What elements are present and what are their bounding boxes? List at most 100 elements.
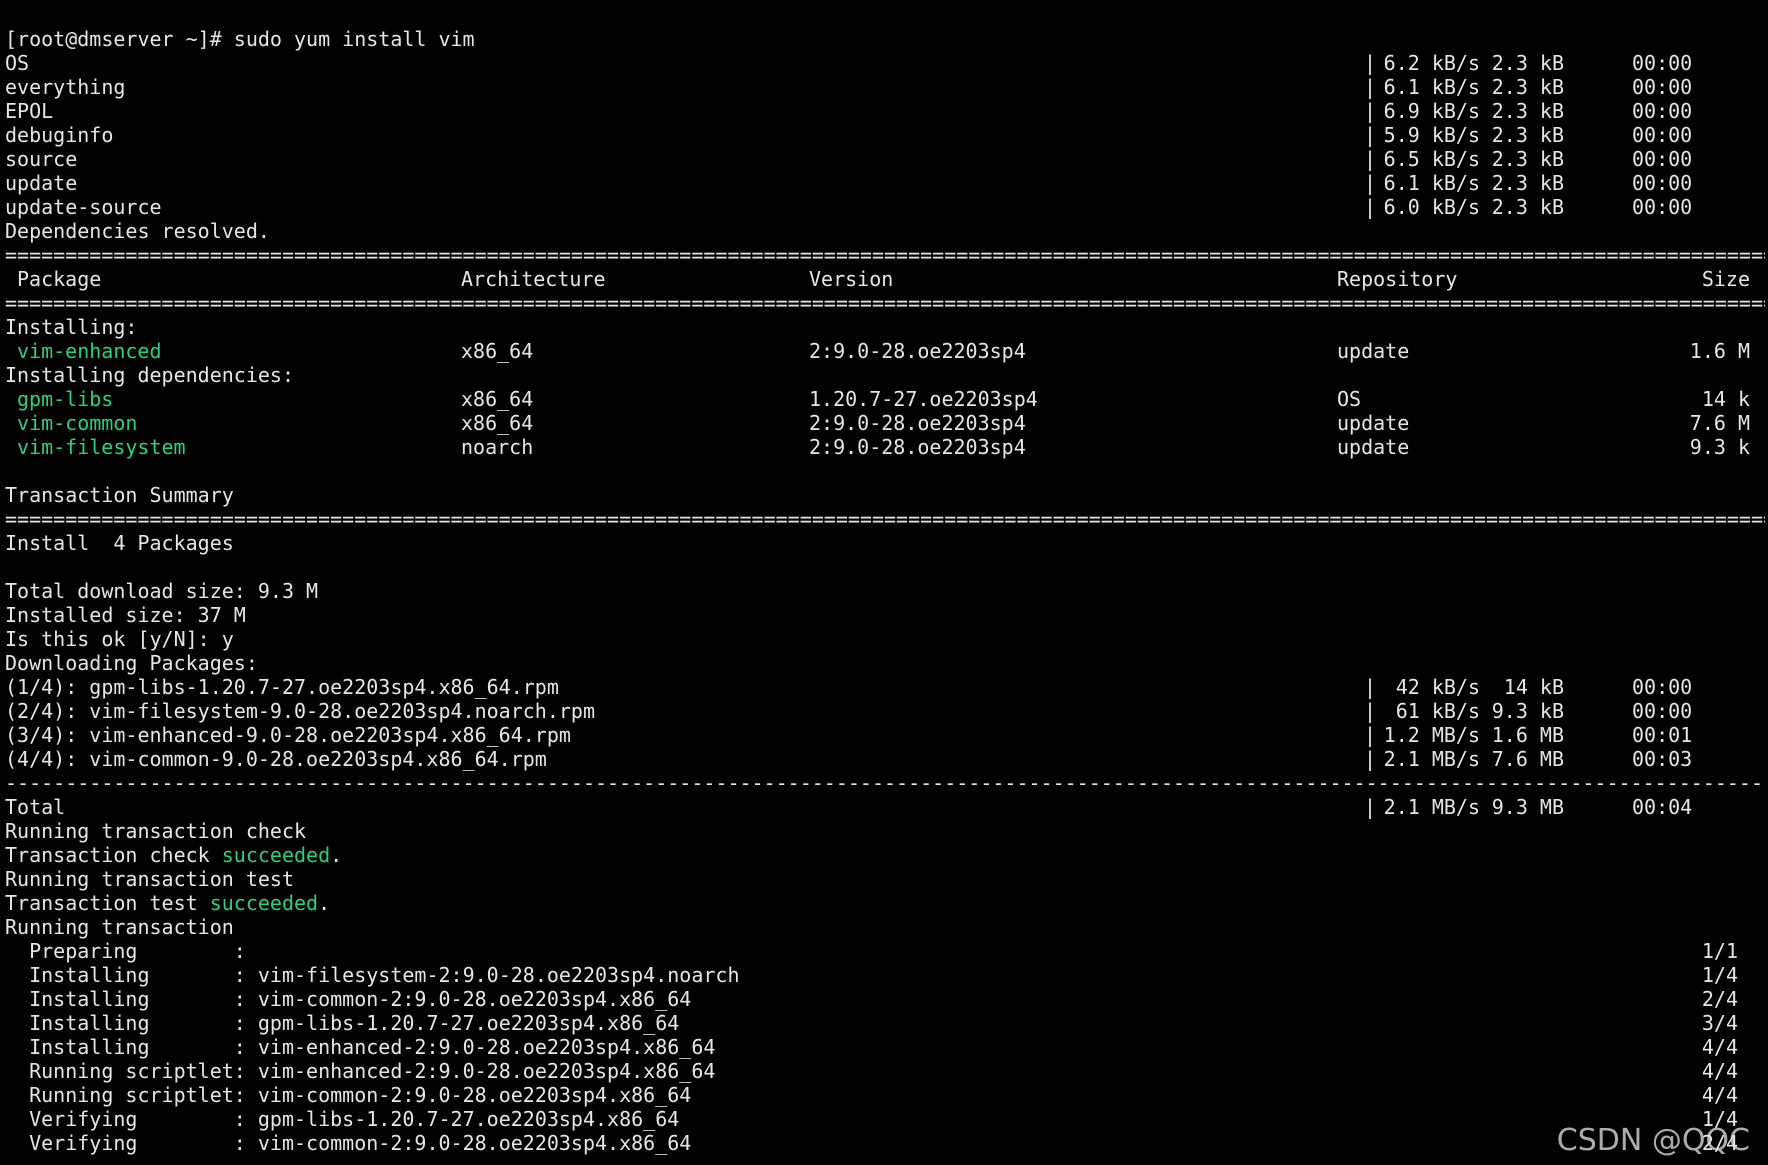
package-version: 1.20.7-27.oe2203sp4	[809, 387, 1038, 411]
running-line: Running transaction	[5, 915, 1768, 939]
repo-time: 00:00	[1632, 75, 1693, 99]
package-row: vim-filesystem noarch 2:9.0-28.oe2203sp4 up…	[5, 435, 1768, 459]
total-size: 9.3 MB	[1491, 795, 1564, 819]
step-progress: 4/4	[1701, 1059, 1738, 1083]
transaction-step: Installing : vim-enhanced-2:9.0-28.oe220…	[5, 1035, 1768, 1059]
step-progress: 1/4	[1701, 963, 1738, 987]
download-row: (1/4): gpm-libs-1.20.7-27.oe2203sp4.x86_…	[5, 675, 1768, 699]
repo-line: EPOL 6.9 kB/s | 2.3 kB 00:00	[5, 99, 1768, 123]
total-line: Total 2.1 MB/s | 9.3 MB 00:04	[5, 795, 1768, 819]
repo-speed: 6.1 kB/s	[1383, 75, 1480, 99]
repo-sep: |	[1364, 171, 1377, 195]
repo-size: 2.3 kB	[1491, 51, 1564, 75]
step-text: Verifying : gpm-libs-1.20.7-27.oe2203sp4…	[5, 1107, 679, 1131]
rule: ========================================…	[5, 291, 1768, 315]
step-target: gpm-libs-1.20.7-27.oe2203sp4.x86_64	[245, 1107, 680, 1131]
table-header: Package Architecture Version Repository …	[5, 267, 1768, 291]
double-rule: ========================================…	[5, 291, 1765, 315]
repo-sep: |	[1364, 147, 1377, 171]
download-row: (3/4): vim-enhanced-9.0-28.oe2203sp4.x86…	[5, 723, 1768, 747]
step-text: Installing : vim-filesystem-2:9.0-28.oe2…	[5, 963, 740, 987]
transaction-step: Running scriptlet: vim-enhanced-2:9.0-28…	[5, 1059, 1768, 1083]
check-running-line: Running transaction check	[5, 819, 1768, 843]
terminal-window[interactable]: [root@dmserver ~]# sudo yum install vim …	[0, 0, 1768, 1165]
repo-line: source 6.5 kB/s | 2.3 kB 00:00	[5, 147, 1768, 171]
header-arch: Architecture	[461, 267, 606, 291]
step-text: Running scriptlet: vim-common-2:9.0-28.o…	[5, 1083, 691, 1107]
install-count-line: Install 4 Packages	[5, 531, 1768, 555]
install-count: Install 4 Packages	[5, 531, 234, 555]
repo-line: update 6.1 kB/s | 2.3 kB 00:00	[5, 171, 1768, 195]
download-speed: 2.1 MB/s	[1383, 747, 1480, 771]
dash-rule: ----------------------------------------…	[5, 771, 1765, 795]
check-prefix: Transaction check	[5, 843, 222, 867]
download-file: (2/4): vim-filesystem-9.0-28.oe2203sp4.n…	[5, 699, 596, 723]
download-time: 00:00	[1632, 675, 1693, 699]
step-target: vim-filesystem-2:9.0-28.oe2203sp4.noarch	[245, 963, 740, 987]
download-time: 00:01	[1632, 723, 1693, 747]
repo-size: 2.3 kB	[1491, 195, 1564, 219]
repo-speed: 6.0 kB/s	[1383, 195, 1480, 219]
confirm-prompt: Is this ok [y/N]: y	[5, 627, 234, 651]
step-text: Installing : gpm-libs-1.20.7-27.oe2203sp…	[5, 1011, 679, 1035]
repo-time: 00:00	[1632, 195, 1693, 219]
confirm-line: Is this ok [y/N]: y	[5, 627, 1768, 651]
download-speed: 1.2 MB/s	[1383, 723, 1480, 747]
repo-time: 00:00	[1632, 171, 1693, 195]
check-result-line: Transaction check succeeded.	[5, 843, 1768, 867]
total-sep: |	[1364, 795, 1377, 819]
status-line: Dependencies resolved.	[5, 219, 1768, 243]
step-action: Installing :	[5, 987, 246, 1011]
repo-sep: |	[1364, 99, 1377, 123]
step-text: Installing : vim-enhanced-2:9.0-28.oe220…	[5, 1035, 715, 1059]
check-succeeded: succeeded	[221, 843, 331, 867]
repo-name: EPOL	[5, 99, 54, 123]
repo-name: everything	[5, 75, 126, 99]
package-row: gpm-libs x86_64 1.20.7-27.oe2203sp4 OS 14 k	[5, 387, 1768, 411]
repo-line: everything 6.1 kB/s | 2.3 kB 00:00	[5, 75, 1768, 99]
step-progress: 1/1	[1701, 939, 1738, 963]
repo-size: 2.3 kB	[1491, 123, 1564, 147]
step-target: vim-common-2:9.0-28.oe2203sp4.x86_64	[245, 1131, 692, 1155]
running-transaction: Running transaction	[5, 915, 234, 939]
package-name: vim-common	[17, 411, 138, 435]
step-progress: 4/4	[1701, 1083, 1738, 1107]
download-size: 1.6 MB	[1491, 723, 1564, 747]
repo-line: debuginfo 5.9 kB/s | 2.3 kB 00:00	[5, 123, 1768, 147]
rule: ========================================…	[5, 507, 1768, 531]
downloading-line: Downloading Packages:	[5, 651, 1768, 675]
download-row: (2/4): vim-filesystem-9.0-28.oe2203sp4.n…	[5, 699, 1768, 723]
test-running: Running transaction test	[5, 867, 294, 891]
check-running: Running transaction check	[5, 819, 307, 843]
step-progress: 3/4	[1701, 1011, 1738, 1035]
step-action: Installing :	[5, 1035, 246, 1059]
package-arch: noarch	[461, 435, 534, 459]
package-version: 2:9.0-28.oe2203sp4	[809, 435, 1026, 459]
double-rule: ========================================…	[5, 243, 1765, 267]
package-size: 14 k	[1701, 387, 1750, 411]
repo-name: source	[5, 147, 78, 171]
download-time: 00:03	[1632, 747, 1693, 771]
package-repo: update	[1337, 339, 1410, 363]
repo-name: update	[5, 171, 78, 195]
rule: ----------------------------------------…	[5, 771, 1768, 795]
step-action: Preparing :	[5, 939, 246, 963]
package-row: vim-common x86_64 2:9.0-28.oe2203sp4 update…	[5, 411, 1768, 435]
package-size: 7.6 M	[1689, 411, 1750, 435]
total-download: Total download size: 9.3 M	[5, 579, 319, 603]
step-target: gpm-libs-1.20.7-27.oe2203sp4.x86_64	[245, 1011, 680, 1035]
summary-title: Transaction Summary	[5, 483, 234, 507]
repo-name: OS	[5, 51, 30, 75]
command-line: [root@dmserver ~]# sudo yum install vim	[5, 27, 1768, 51]
csdn-watermark: CSDN @QQC	[1556, 1123, 1750, 1158]
repo-time: 00:00	[1632, 51, 1693, 75]
package-version: 2:9.0-28.oe2203sp4	[809, 411, 1026, 435]
repo-speed: 6.9 kB/s	[1383, 99, 1480, 123]
downloading-label: Downloading Packages:	[5, 651, 258, 675]
repo-time: 00:00	[1632, 147, 1693, 171]
download-row: (4/4): vim-common-9.0-28.oe2203sp4.x86_6…	[5, 747, 1768, 771]
download-speed: 61 kB/s	[1383, 699, 1480, 723]
summary-title-line: Transaction Summary	[5, 483, 1768, 507]
package-name: gpm-libs	[17, 387, 114, 411]
